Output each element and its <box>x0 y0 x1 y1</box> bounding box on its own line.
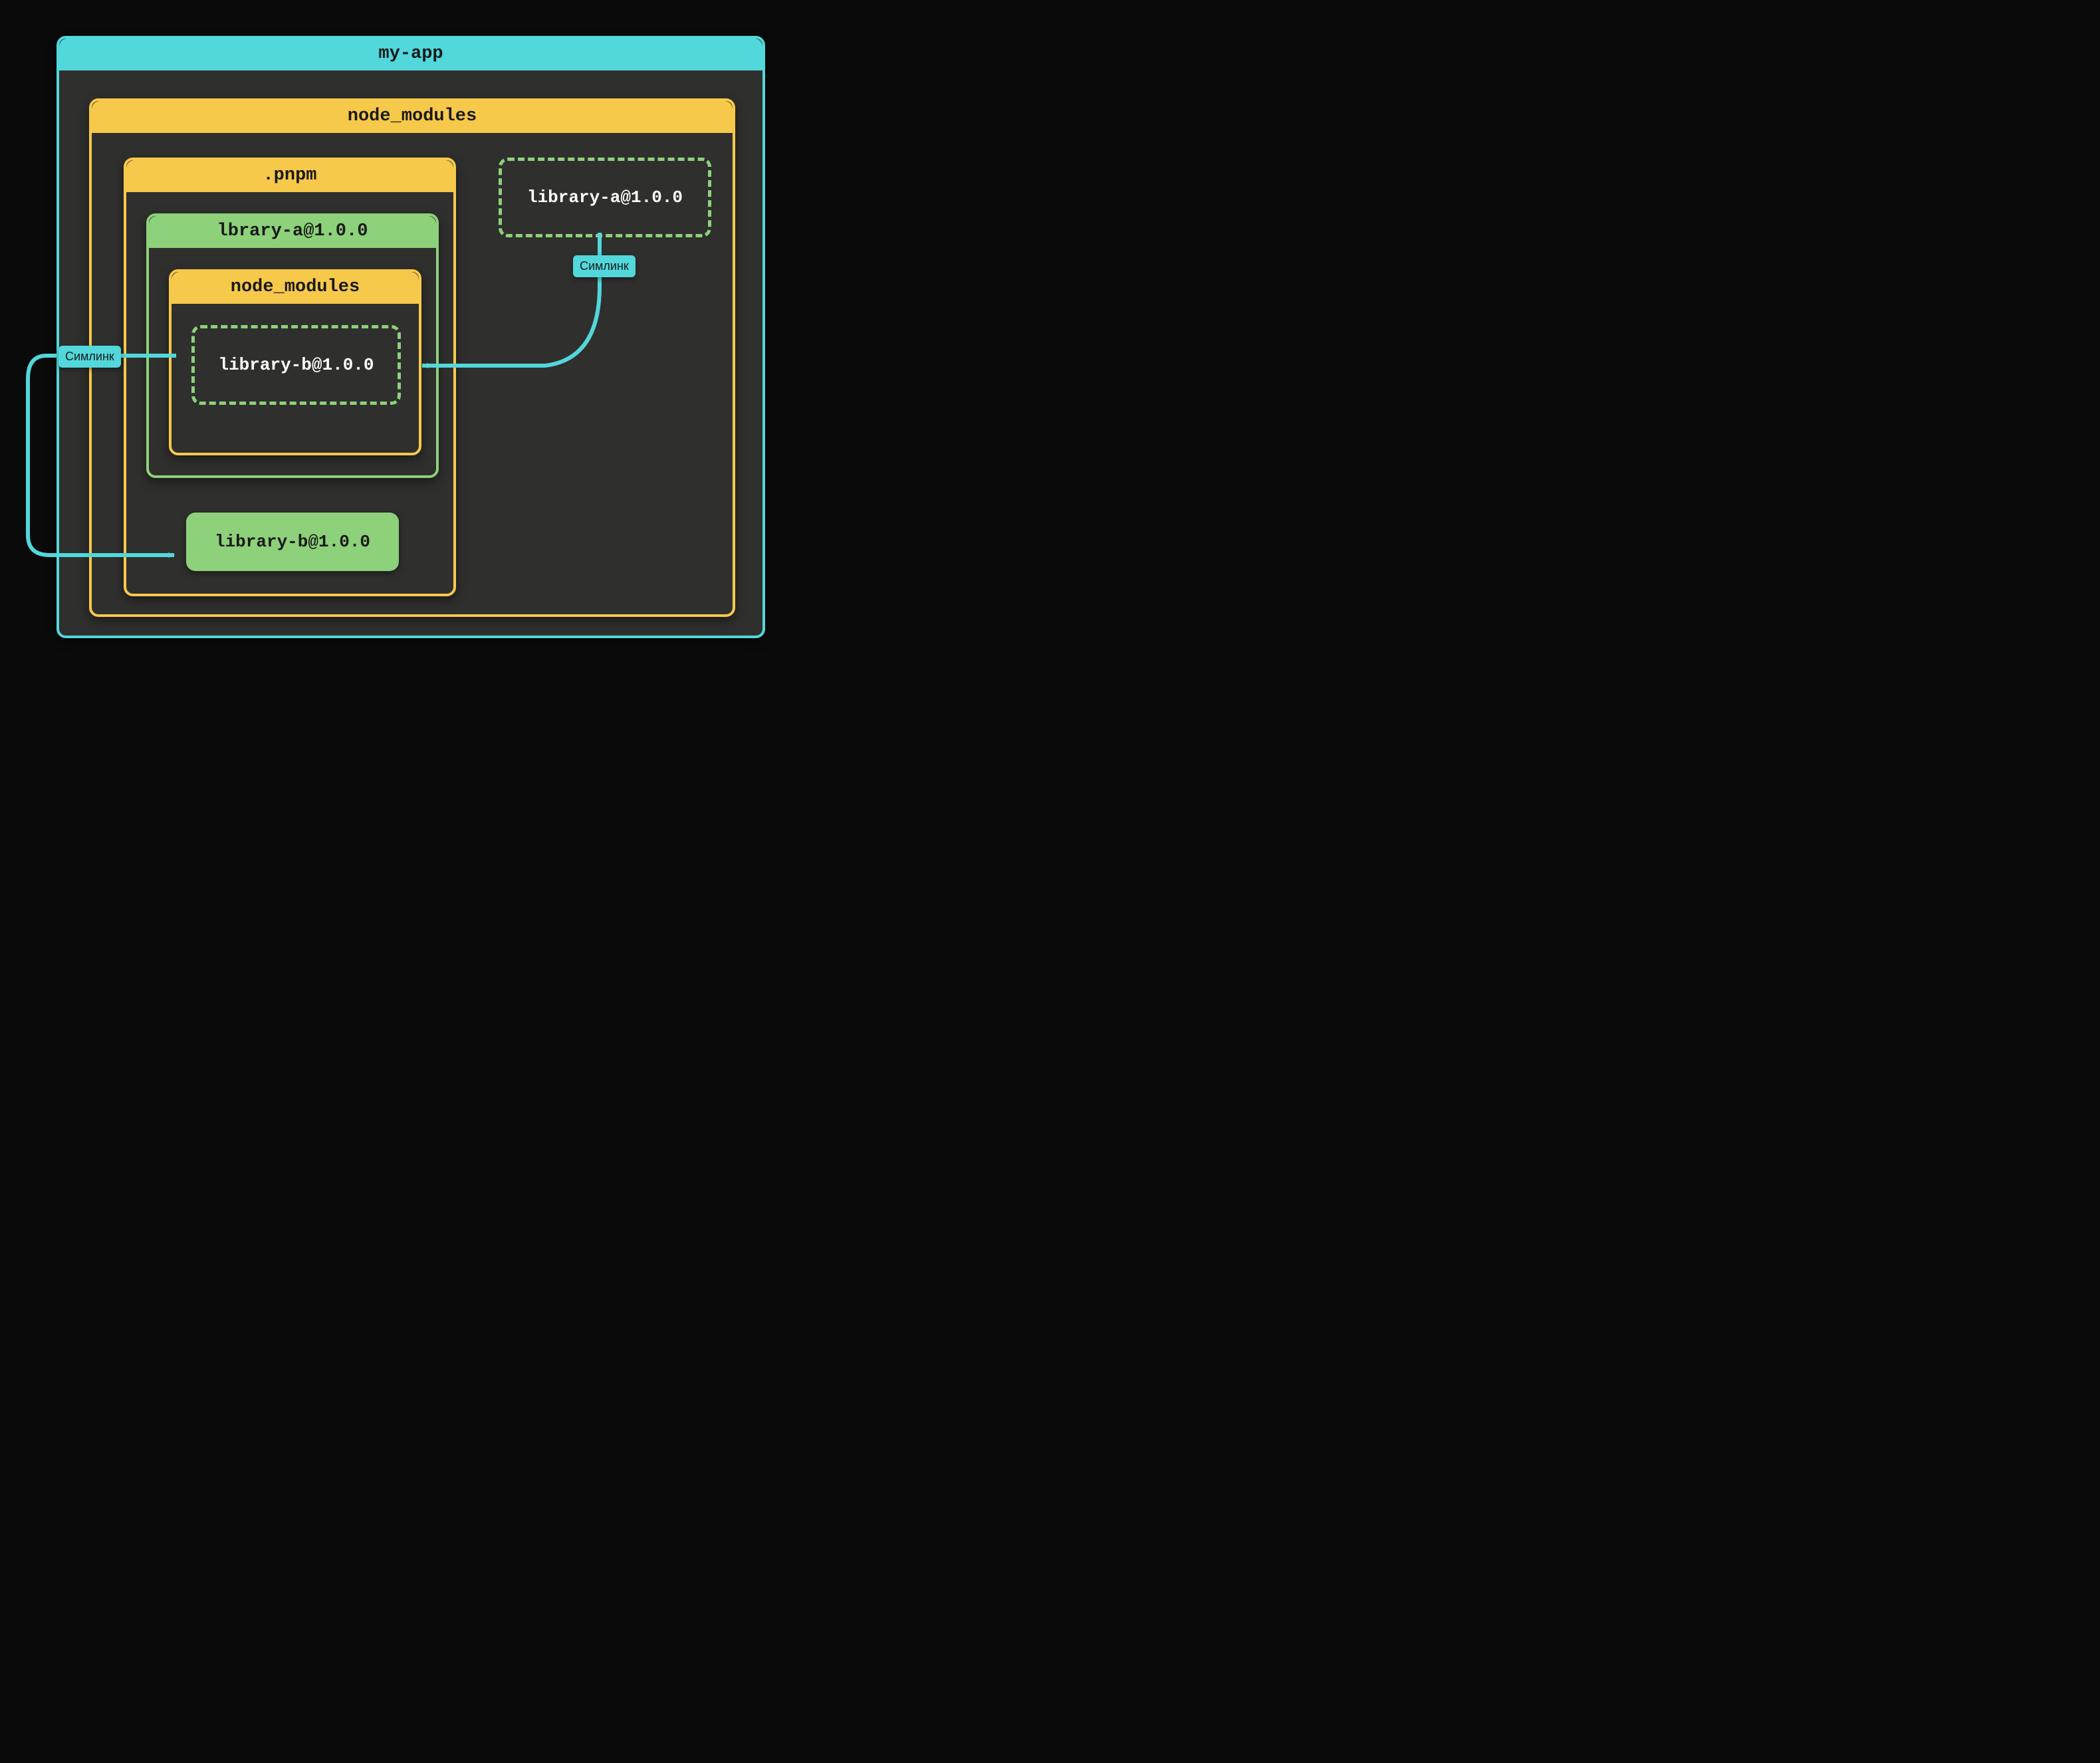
my-app-title: my-app <box>59 39 762 70</box>
diagram-stage: my-app node_modules .pnpm lbrary-a@1.0.0… <box>0 0 782 657</box>
symlink-tag-right: Симлинк <box>573 255 636 277</box>
pnpm-box: .pnpm lbrary-a@1.0.0 node_modules librar… <box>124 158 456 596</box>
node-modules-inner-title: node_modules <box>172 272 419 304</box>
library-b-real-label: library-b@1.0.0 <box>215 532 370 552</box>
symlink-library-a-top-label: library-a@1.0.0 <box>527 187 683 207</box>
pnpm-title: .pnpm <box>126 160 453 192</box>
node-modules-outer-title: node_modules <box>92 101 733 133</box>
library-b-real: library-b@1.0.0 <box>186 513 399 571</box>
node-modules-inner-box: node_modules library-b@1.0.0 <box>169 269 421 455</box>
symlink-library-a-top: library-a@1.0.0 <box>499 158 711 237</box>
my-app-box: my-app node_modules .pnpm lbrary-a@1.0.0… <box>57 36 765 638</box>
library-a-folder-box: lbrary-a@1.0.0 node_modules library-b@1.… <box>146 213 439 478</box>
symlink-tag-left: Симлинк <box>58 346 121 368</box>
library-a-folder-title: lbrary-a@1.0.0 <box>149 216 436 248</box>
node-modules-outer-box: node_modules .pnpm lbrary-a@1.0.0 node_m… <box>89 98 735 617</box>
symlink-library-b-inner: library-b@1.0.0 <box>191 325 401 405</box>
symlink-library-b-inner-label: library-b@1.0.0 <box>218 355 374 375</box>
